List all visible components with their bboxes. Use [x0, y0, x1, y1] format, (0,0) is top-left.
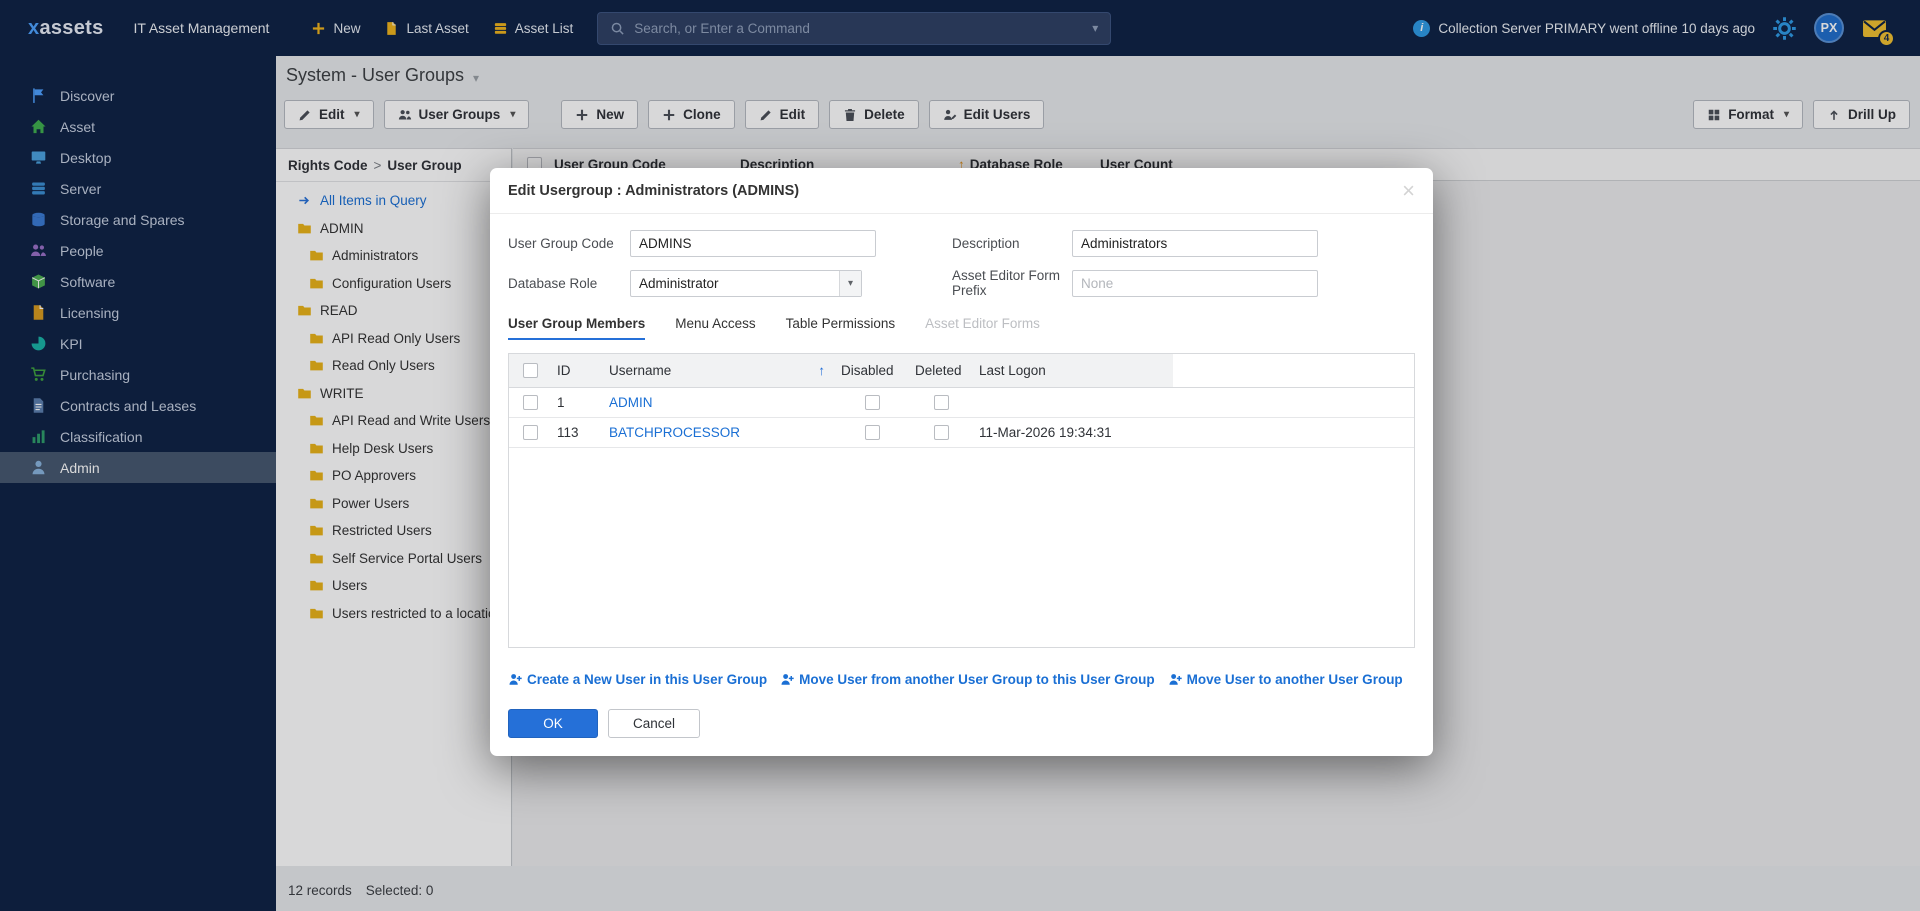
link-label: Move User from another User Group to thi…: [799, 672, 1155, 687]
member-disabled-cell: [835, 418, 909, 447]
members-header-label: Disabled: [841, 363, 894, 378]
dialog-title: Edit Usergroup : Administrators (ADMINS): [508, 183, 799, 199]
cancel-button[interactable]: Cancel: [608, 709, 700, 738]
member-username-link[interactable]: ADMIN: [609, 395, 653, 410]
member-disabled-cell: [835, 388, 909, 417]
member-username-link[interactable]: BATCHPROCESSOR: [609, 425, 740, 440]
member-row[interactable]: 113 BATCHPROCESSOR 11-Mar-2026 19:34:31: [509, 418, 1414, 448]
description-field[interactable]: [1072, 230, 1318, 257]
link-label: Move User to another User Group: [1187, 672, 1403, 687]
dialog-links: Create a New User in this User Group Move…: [508, 672, 1415, 687]
tab-label: Asset Editor Forms: [925, 316, 1040, 331]
members-header-disabled[interactable]: Disabled: [835, 354, 909, 387]
tab-asset-editor-forms: Asset Editor Forms: [925, 316, 1040, 340]
dialog-titlebar: Edit Usergroup : Administrators (ADMINS)…: [490, 168, 1433, 214]
member-id: 1: [557, 395, 565, 410]
database-role-label: Database Role: [508, 276, 630, 291]
edit-usergroup-dialog: Edit Usergroup : Administrators (ADMINS)…: [490, 168, 1433, 756]
member-row[interactable]: 1 ADMIN: [509, 388, 1414, 418]
database-role-select[interactable]: Administrator ▾: [630, 270, 862, 297]
member-deleted-cell: [909, 418, 973, 447]
tab-table-permissions[interactable]: Table Permissions: [786, 316, 896, 340]
row-checkbox[interactable]: [523, 395, 538, 410]
member-checkbox-cell: [509, 418, 551, 447]
user-plus-icon: [780, 672, 795, 687]
members-header-username[interactable]: Username ↑: [603, 354, 835, 387]
member-username-cell: BATCHPROCESSOR: [603, 418, 835, 447]
disabled-checkbox[interactable]: [865, 425, 880, 440]
asset-editor-form-prefix-field[interactable]: [1072, 270, 1318, 297]
link-move-user-to-another-user-group[interactable]: Move User to another User Group: [1168, 672, 1403, 687]
dialog-body: User Group Code Description Database Rol…: [490, 214, 1433, 756]
members-header-last-logon[interactable]: Last Logon: [973, 354, 1173, 387]
sort-asc-icon: ↑: [818, 363, 829, 378]
database-role-value: Administrator: [631, 276, 839, 291]
member-id: 113: [557, 425, 579, 440]
member-username-cell: ADMIN: [603, 388, 835, 417]
row-checkbox[interactable]: [523, 425, 538, 440]
tab-label: Menu Access: [675, 316, 755, 331]
members-body: 1 ADMIN 113 BATCHPROCESSOR 11-Mar-2026 19:34…: [509, 388, 1414, 448]
members-header-label: Username: [609, 363, 671, 378]
members-header-label: Last Logon: [979, 363, 1046, 378]
tab-label: Table Permissions: [786, 316, 896, 331]
member-last-logon-cell: 11-Mar-2026 19:34:31: [973, 418, 1173, 447]
link-move-user-from-another-user-group-to-this-user-group[interactable]: Move User from another User Group to thi…: [780, 672, 1155, 687]
tab-label: User Group Members: [508, 316, 645, 331]
members-header: ID Username ↑ Disabled Deleted Last Logon: [509, 354, 1414, 388]
description-label: Description: [952, 236, 1072, 251]
members-header-label: Deleted: [915, 363, 962, 378]
dialog-tabs: User Group Members Menu Access Table Permi…: [508, 316, 1415, 340]
user-plus-icon: [508, 672, 523, 687]
select-all-checkbox[interactable]: [523, 363, 538, 378]
member-last-logon-cell: [973, 388, 1173, 417]
tab-menu-access[interactable]: Menu Access: [675, 316, 755, 340]
members-header-label: ID: [557, 363, 571, 378]
members-header-checkbox-cell: [509, 354, 551, 387]
members-table: ID Username ↑ Disabled Deleted Last Logon 1 AD…: [508, 353, 1415, 648]
disabled-checkbox[interactable]: [865, 395, 880, 410]
link-create-a-new-user-in-this-user-group[interactable]: Create a New User in this User Group: [508, 672, 767, 687]
asset-editor-form-prefix-label: Asset Editor Form Prefix: [952, 268, 1072, 298]
member-id-cell: 1: [551, 388, 603, 417]
member-last-logon: 11-Mar-2026 19:34:31: [979, 425, 1112, 440]
deleted-checkbox[interactable]: [934, 395, 949, 410]
members-header-deleted[interactable]: Deleted: [909, 354, 973, 387]
dialog-actions: OK Cancel: [508, 709, 1415, 738]
member-id-cell: 113: [551, 418, 603, 447]
user-plus-icon: [1168, 672, 1183, 687]
user-group-code-label: User Group Code: [508, 236, 630, 251]
select-caret-down-icon[interactable]: ▾: [839, 271, 861, 296]
members-header-filler: [1173, 354, 1414, 387]
member-deleted-cell: [909, 388, 973, 417]
member-checkbox-cell: [509, 388, 551, 417]
link-label: Create a New User in this User Group: [527, 672, 767, 687]
close-icon[interactable]: ×: [1402, 180, 1415, 202]
ok-button[interactable]: OK: [508, 709, 598, 738]
members-header-id[interactable]: ID: [551, 354, 603, 387]
dialog-form: User Group Code Description Database Rol…: [508, 230, 1415, 298]
user-group-code-field[interactable]: [630, 230, 876, 257]
deleted-checkbox[interactable]: [934, 425, 949, 440]
tab-user-group-members[interactable]: User Group Members: [508, 316, 645, 340]
